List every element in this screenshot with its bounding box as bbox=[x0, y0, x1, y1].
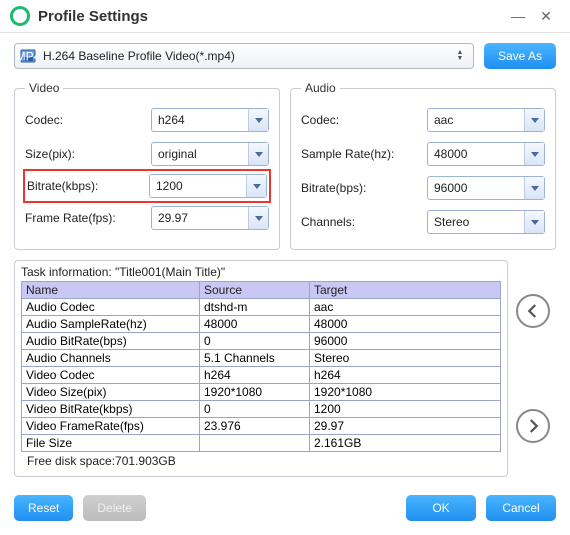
video-framerate-combo[interactable]: 29.97 bbox=[151, 206, 269, 230]
col-name: Name bbox=[22, 282, 200, 299]
video-framerate-label: Frame Rate(fps): bbox=[25, 211, 151, 225]
audio-samplerate-label: Sample Rate(hz): bbox=[301, 147, 427, 161]
next-arrow-icon[interactable] bbox=[516, 409, 550, 443]
cell-target: 2.161GB bbox=[310, 435, 501, 452]
cell-name: Video Codec bbox=[22, 367, 200, 384]
audio-panel: Audio Codec: aac Sample Rate(hz): 48000 … bbox=[290, 81, 556, 250]
chevron-down-icon bbox=[248, 143, 268, 165]
task-info-table: Name Source Target Audio Codecdtshd-maac… bbox=[21, 281, 501, 452]
chevron-down-icon bbox=[524, 211, 544, 233]
cell-target: 1200 bbox=[310, 401, 501, 418]
audio-codec-label: Codec: bbox=[301, 113, 427, 127]
video-codec-combo[interactable]: h264 bbox=[151, 108, 269, 132]
table-row: Video FrameRate(fps)23.97629.97 bbox=[22, 418, 501, 435]
cell-source: 23.976 bbox=[200, 418, 310, 435]
video-size-combo[interactable]: original bbox=[151, 142, 269, 166]
cell-source: h264 bbox=[200, 367, 310, 384]
task-info-header: Task information: "Title001(Main Title)" bbox=[21, 265, 501, 279]
table-row: Audio Codecdtshd-maac bbox=[22, 299, 501, 316]
cell-source: 5.1 Channels bbox=[200, 350, 310, 367]
titlebar: Profile Settings — ✕ bbox=[0, 0, 570, 33]
cell-source: 0 bbox=[200, 401, 310, 418]
svg-text:MP4: MP4 bbox=[20, 50, 36, 64]
audio-channels-combo[interactable]: Stereo bbox=[427, 210, 545, 234]
cell-target: 29.97 bbox=[310, 418, 501, 435]
chevron-down-icon bbox=[524, 109, 544, 131]
save-as-button[interactable]: Save As bbox=[484, 43, 556, 69]
spinner-icon[interactable]: ▲▼ bbox=[451, 50, 469, 62]
cell-target: Stereo bbox=[310, 350, 501, 367]
audio-legend: Audio bbox=[301, 81, 340, 95]
chevron-down-icon bbox=[246, 175, 266, 197]
cell-target: h264 bbox=[310, 367, 501, 384]
cell-name: File Size bbox=[22, 435, 200, 452]
chevron-down-icon bbox=[524, 143, 544, 165]
cell-name: Video Size(pix) bbox=[22, 384, 200, 401]
cell-source: 48000 bbox=[200, 316, 310, 333]
prev-arrow-icon[interactable] bbox=[516, 294, 550, 328]
free-disk-label: Free disk space:701.903GB bbox=[21, 452, 501, 470]
cell-source bbox=[200, 435, 310, 452]
col-target: Target bbox=[310, 282, 501, 299]
chevron-down-icon bbox=[248, 109, 268, 131]
video-size-label: Size(pix): bbox=[25, 147, 151, 161]
cell-target: 1920*1080 bbox=[310, 384, 501, 401]
cancel-button[interactable]: Cancel bbox=[486, 495, 556, 521]
cell-target: 48000 bbox=[310, 316, 501, 333]
cell-target: aac bbox=[310, 299, 501, 316]
cell-source: 0 bbox=[200, 333, 310, 350]
mp4-icon: MP4 bbox=[19, 48, 37, 64]
cell-target: 96000 bbox=[310, 333, 501, 350]
table-row: Video BitRate(kbps)01200 bbox=[22, 401, 501, 418]
cell-name: Video BitRate(kbps) bbox=[22, 401, 200, 418]
audio-samplerate-combo[interactable]: 48000 bbox=[427, 142, 545, 166]
minimize-button[interactable]: — bbox=[504, 6, 532, 26]
profile-select[interactable]: MP4 H.264 Baseline Profile Video(*.mp4) … bbox=[14, 43, 474, 69]
cell-source: dtshd-m bbox=[200, 299, 310, 316]
app-logo-icon bbox=[10, 6, 30, 26]
cell-name: Audio Codec bbox=[22, 299, 200, 316]
cell-name: Audio Channels bbox=[22, 350, 200, 367]
table-row: Video Size(pix)1920*10801920*1080 bbox=[22, 384, 501, 401]
col-source: Source bbox=[200, 282, 310, 299]
table-row: Audio Channels5.1 ChannelsStereo bbox=[22, 350, 501, 367]
chevron-down-icon bbox=[248, 207, 268, 229]
table-row: File Size 2.161GB bbox=[22, 435, 501, 452]
window-title: Profile Settings bbox=[38, 8, 504, 25]
video-bitrate-combo[interactable]: 1200 bbox=[149, 174, 267, 198]
cell-name: Audio BitRate(bps) bbox=[22, 333, 200, 350]
table-row: Audio BitRate(bps)096000 bbox=[22, 333, 501, 350]
video-panel: Video Codec: h264 Size(pix): original Bi… bbox=[14, 81, 280, 250]
video-legend: Video bbox=[25, 81, 63, 95]
audio-codec-combo[interactable]: aac bbox=[427, 108, 545, 132]
ok-button[interactable]: OK bbox=[406, 495, 476, 521]
cell-name: Audio SampleRate(hz) bbox=[22, 316, 200, 333]
chevron-down-icon bbox=[524, 177, 544, 199]
close-button[interactable]: ✕ bbox=[532, 6, 560, 26]
video-bitrate-label: Bitrate(kbps): bbox=[27, 179, 149, 193]
audio-bitrate-label: Bitrate(bps): bbox=[301, 181, 427, 195]
cell-name: Video FrameRate(fps) bbox=[22, 418, 200, 435]
video-codec-label: Codec: bbox=[25, 113, 151, 127]
cell-source: 1920*1080 bbox=[200, 384, 310, 401]
audio-bitrate-combo[interactable]: 96000 bbox=[427, 176, 545, 200]
task-info-panel: Task information: "Title001(Main Title)"… bbox=[14, 260, 508, 477]
table-row: Audio SampleRate(hz)4800048000 bbox=[22, 316, 501, 333]
delete-button[interactable]: Delete bbox=[83, 495, 146, 521]
reset-button[interactable]: Reset bbox=[14, 495, 73, 521]
table-row: Video Codech264h264 bbox=[22, 367, 501, 384]
audio-channels-label: Channels: bbox=[301, 215, 427, 229]
profile-text: H.264 Baseline Profile Video(*.mp4) bbox=[43, 49, 451, 63]
